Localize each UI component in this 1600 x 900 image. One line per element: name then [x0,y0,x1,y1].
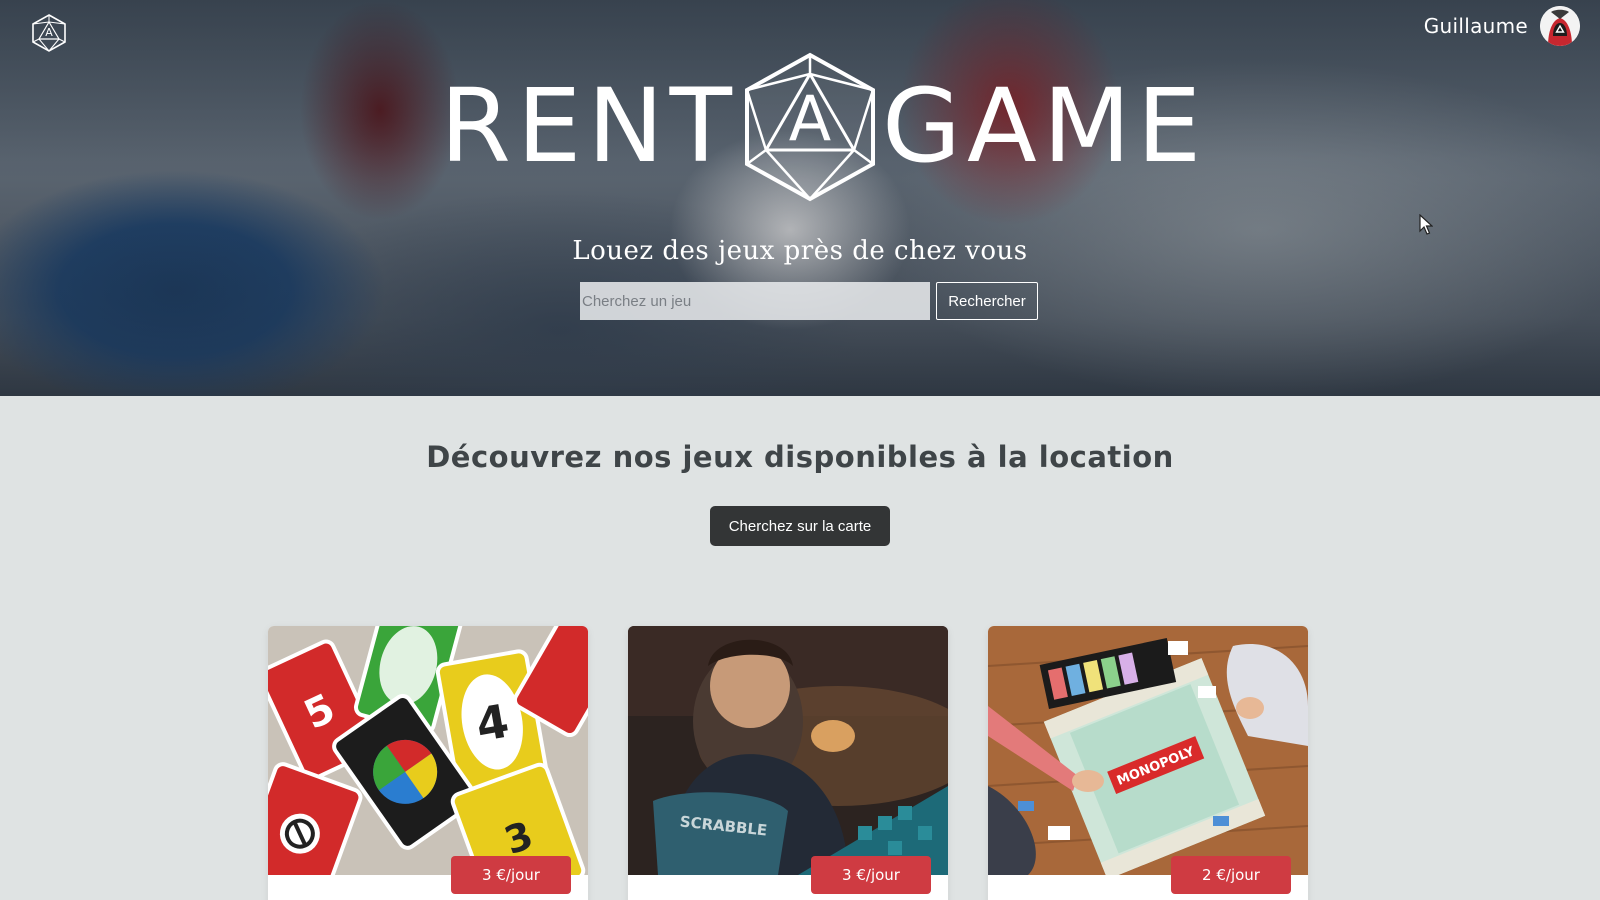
d20-logo-icon[interactable]: A [30,14,68,52]
section-title: Découvrez nos jeux disponibles à la loca… [426,440,1174,474]
game-card-monopoly[interactable]: MONOPOLY 2 €/jour [988,626,1308,900]
game-card-uno[interactable]: 5 4 3 3 €/jour [268,626,588,900]
search-button[interactable]: Rechercher [936,282,1038,320]
price-tag[interactable]: 2 €/jour [1171,856,1291,894]
price-tag[interactable]: 3 €/jour [811,856,931,894]
user-name[interactable]: Guillaume [1424,14,1528,38]
brand-word-right: GAME [881,67,1208,186]
game-image-uno: 5 4 3 [268,626,588,875]
hero-tagline: Louez des jeux près de chez vous [572,236,1028,266]
game-card-scrabble[interactable]: SCRABBLE 3 €/jour [628,626,948,900]
game-image-monopoly: MONOPOLY [988,626,1308,875]
game-image-scrabble: SCRABBLE [628,626,948,875]
user-menu[interactable]: Guillaume [1424,6,1580,46]
d20-die-icon: A [744,52,875,202]
price-tag[interactable]: 3 €/jour [451,856,571,894]
search-bar: Rechercher [580,282,1038,320]
svg-text:A: A [45,26,53,39]
brand-word-left: RENT [440,67,738,186]
brand-die-letter: A [789,82,831,155]
hero-banner: A Guillaume RENT A GAME Louez des jeux p… [0,0,1600,396]
search-input[interactable] [580,282,930,320]
map-search-button[interactable]: Cherchez sur la carte [710,506,890,546]
hooded-avatar-icon[interactable] [1540,6,1580,46]
mouse-cursor-icon [1419,214,1433,235]
brand-logo: RENT A GAME [440,52,1201,202]
